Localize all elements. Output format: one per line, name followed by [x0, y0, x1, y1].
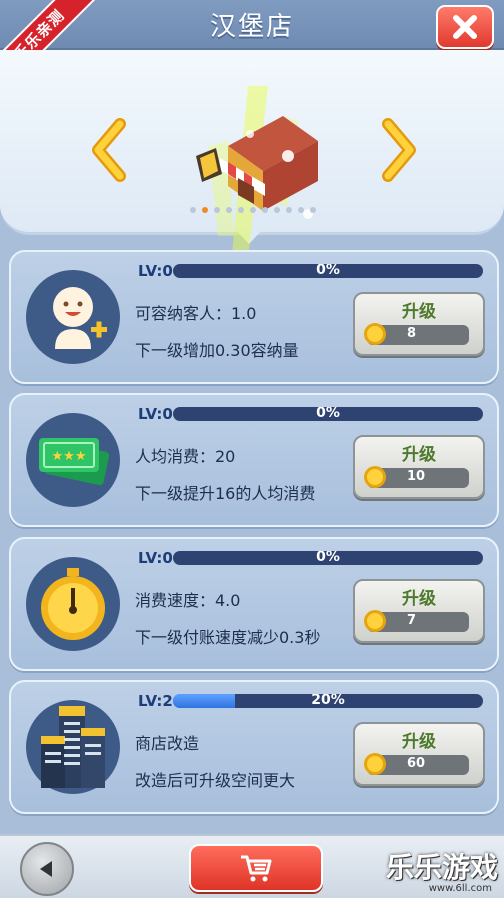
level-label: LV:0 — [138, 549, 173, 567]
upgrade-label: 升级 — [402, 589, 436, 609]
carousel-dot[interactable] — [202, 207, 208, 213]
upgrade-card: LV:0 0% 消费速度：4.0 下一级付账速度减少0.3秒 升级 7 — [9, 537, 499, 671]
stat-line: 可容纳客人：1.0 — [135, 304, 257, 323]
next-level-line: 下一级付账速度减少0.3秒 — [135, 628, 321, 647]
next-level-line: 下一级增加0.30容纳量 — [135, 341, 299, 360]
progress-text: 0% — [316, 407, 340, 421]
next-level-line: 改造后可升级空间更大 — [135, 771, 296, 790]
watermark-url: www.6ll.com — [428, 883, 492, 894]
carousel-dot[interactable] — [286, 207, 292, 213]
carousel-dot[interactable] — [310, 207, 316, 213]
progress-text: 20% — [311, 694, 345, 708]
stat-line: 人均消费：20 — [135, 447, 236, 466]
buildings-icon — [26, 700, 120, 794]
back-button[interactable] — [20, 842, 74, 896]
close-icon — [453, 15, 477, 39]
level-progress-bar: 0% — [173, 551, 483, 565]
coin-icon — [364, 610, 386, 632]
cost-value: 8 — [407, 326, 417, 341]
upgrade-label: 升级 — [402, 445, 436, 465]
stat-line: 消费速度：4.0 — [135, 591, 241, 610]
cost-value: 7 — [407, 613, 417, 628]
level-label: LV:0 — [138, 262, 173, 280]
upgrade-label: 升级 — [402, 302, 436, 322]
stopwatch-icon — [26, 557, 120, 651]
svg-text:★★★: ★★★ — [52, 449, 87, 464]
carousel-dots — [190, 207, 316, 213]
coin-icon — [364, 466, 386, 488]
watermark-logo: 乐乐游戏 — [385, 851, 498, 884]
level-label: LV:2 — [138, 692, 173, 710]
stat-line: 商店改造 — [135, 734, 200, 753]
level-progress-bar: 0% — [173, 407, 483, 421]
upgrade-button[interactable]: 升级 10 — [353, 435, 485, 499]
back-arrow-icon — [40, 861, 52, 877]
progress-text: 0% — [316, 551, 340, 565]
next-level-line: 下一级提升16的人均消费 — [135, 484, 316, 503]
level-progress-bar: 0% — [173, 264, 483, 278]
ticket-icon: ★★★ — [26, 413, 120, 507]
burger-shop-building-icon — [196, 86, 318, 276]
prev-arrow-icon[interactable] — [90, 118, 126, 182]
level-progress-bar: 20% — [173, 694, 483, 708]
carousel-dot[interactable] — [190, 207, 196, 213]
upgrade-card: LV:0 0% 可容纳客人：1.0 下一级增加0.30容纳量 升级 8 — [9, 250, 499, 384]
carousel-dot[interactable] — [238, 207, 244, 213]
next-arrow-icon[interactable] — [382, 118, 418, 182]
upgrade-button[interactable]: 升级 7 — [353, 579, 485, 643]
coin-icon — [364, 753, 386, 775]
cost-value: 60 — [407, 756, 426, 771]
carousel-dot[interactable] — [226, 207, 232, 213]
carousel-dot[interactable] — [262, 207, 268, 213]
customer-icon — [26, 270, 120, 364]
bottom-bar: 乐乐游戏 www.6ll.com — [0, 834, 504, 898]
upgrade-button[interactable]: 升级 60 — [353, 722, 485, 786]
coin-icon — [364, 323, 386, 345]
carousel-dot[interactable] — [298, 207, 304, 213]
cost-value: 10 — [407, 469, 426, 484]
upgrade-card: ★★★ LV:0 0% 人均消费：20 下一级提升16的人均消费 升级 10 — [9, 393, 499, 527]
upgrade-label: 升级 — [402, 732, 436, 752]
carousel-dot[interactable] — [214, 207, 220, 213]
carousel-dot[interactable] — [274, 207, 280, 213]
level-label: LV:0 — [138, 405, 173, 423]
upgrade-button[interactable]: 升级 8 — [353, 292, 485, 356]
upgrade-card: LV:2 20% 商店改造 改造后可升级空间更大 升级 60 — [9, 680, 499, 814]
shop-cart-button[interactable] — [189, 844, 323, 892]
cart-icon — [241, 855, 272, 882]
carousel-dot[interactable] — [250, 207, 256, 213]
progress-text: 0% — [316, 264, 340, 278]
close-button[interactable] — [436, 5, 494, 49]
